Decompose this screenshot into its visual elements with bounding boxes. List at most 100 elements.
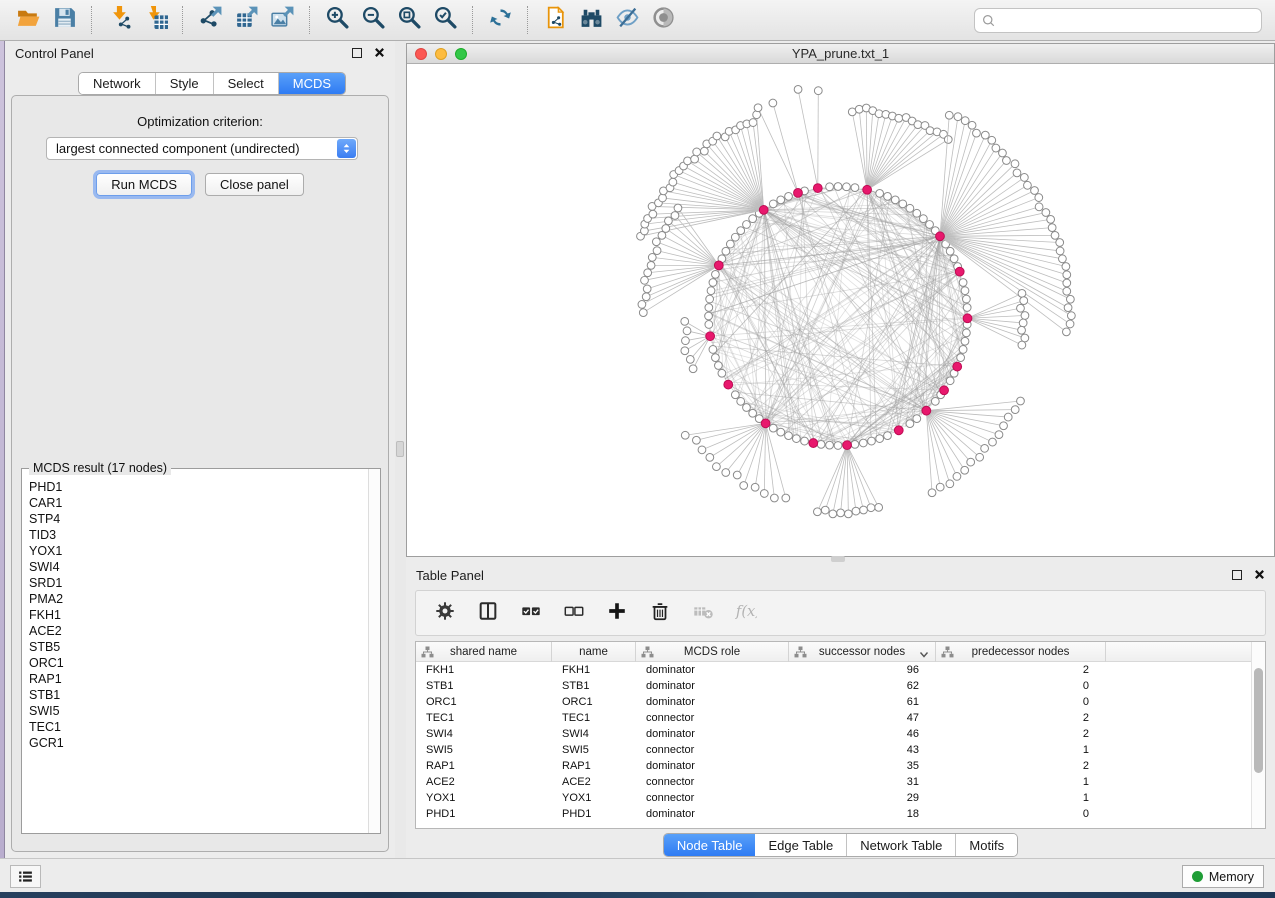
cell-predecessor-nodes: 2 xyxy=(936,726,1106,742)
column-label: predecessor nodes xyxy=(972,646,1070,658)
clone-network-button[interactable] xyxy=(537,4,573,36)
mcds-result-item[interactable]: GCR1 xyxy=(29,735,367,751)
tab-select[interactable]: Select xyxy=(214,73,279,94)
tab-style[interactable]: Style xyxy=(156,73,214,94)
sort-desc-icon xyxy=(919,649,929,656)
table-row[interactable]: RAP1RAP1dominator352 xyxy=(416,758,1251,774)
memory-button[interactable]: Memory xyxy=(1182,865,1264,888)
zoom-selected-button[interactable] xyxy=(427,4,463,36)
tab-network-table[interactable]: Network Table xyxy=(847,834,956,856)
tab-network[interactable]: Network xyxy=(79,73,156,94)
hide-network-button[interactable] xyxy=(609,4,645,36)
mcds-result-item[interactable]: CAR1 xyxy=(29,495,367,511)
table-row[interactable]: PHD1PHD1dominator180 xyxy=(416,806,1251,822)
tab-motifs[interactable]: Motifs xyxy=(956,834,1017,856)
cell-shared-name: ORC1 xyxy=(416,694,552,710)
mcds-result-scrollbar[interactable] xyxy=(368,469,380,833)
zoom-fit-button[interactable] xyxy=(391,4,427,36)
import-network-icon xyxy=(107,5,132,35)
mcds-result-item[interactable]: PMA2 xyxy=(29,591,367,607)
table-row[interactable]: YOX1YOX1connector291 xyxy=(416,790,1251,806)
delete-button[interactable] xyxy=(647,600,673,626)
vertical-splitter[interactable] xyxy=(395,41,406,858)
table-row[interactable]: SWI4SWI4dominator462 xyxy=(416,726,1251,742)
table-row[interactable]: ACE2ACE2connector311 xyxy=(416,774,1251,790)
open-folder-button[interactable] xyxy=(10,4,46,36)
zoom-in-button[interactable] xyxy=(319,4,355,36)
add-icon xyxy=(606,600,628,627)
deselect-all-button[interactable] xyxy=(561,600,587,626)
mcds-result-item[interactable]: ACE2 xyxy=(29,623,367,639)
hierarchy-icon xyxy=(941,646,954,658)
float-panel-icon[interactable] xyxy=(1232,570,1242,580)
mcds-result-list[interactable]: PHD1CAR1STP4TID3YOX1SWI4SRD1PMA2FKH1ACE2… xyxy=(23,477,367,832)
close-panel-icon[interactable] xyxy=(374,46,385,61)
network-view-window: YPA_prune.txt_1 xyxy=(406,43,1275,557)
mcds-result-item[interactable]: YOX1 xyxy=(29,543,367,559)
table-row[interactable]: FKH1FKH1dominator962 xyxy=(416,662,1251,678)
binoculars-button[interactable] xyxy=(573,4,609,36)
zoom-out-button[interactable] xyxy=(355,4,391,36)
mcds-result-item[interactable]: TEC1 xyxy=(29,719,367,735)
column-header-predecessor-nodes[interactable]: predecessor nodes xyxy=(936,642,1106,662)
tab-edge-table[interactable]: Edge Table xyxy=(755,834,847,856)
column-header-successor-nodes[interactable]: successor nodes xyxy=(789,642,936,662)
network-window-titlebar[interactable]: YPA_prune.txt_1 xyxy=(407,44,1274,64)
settings-gear-button[interactable] xyxy=(432,600,458,626)
save-button[interactable] xyxy=(46,4,82,36)
mcds-result-item[interactable]: SWI4 xyxy=(29,559,367,575)
optimization-criterion-select[interactable]: largest connected component (undirected) xyxy=(46,137,358,160)
table-row[interactable]: ORC1ORC1dominator610 xyxy=(416,694,1251,710)
close-panel-button[interactable]: Close panel xyxy=(205,173,304,196)
mcds-result-item[interactable]: SRD1 xyxy=(29,575,367,591)
network-canvas[interactable] xyxy=(407,64,1274,556)
table-row[interactable]: STB1STB1dominator620 xyxy=(416,678,1251,694)
network-graph[interactable] xyxy=(407,64,1274,556)
zoom-in-icon xyxy=(325,5,350,35)
network-leaf-nodes[interactable] xyxy=(637,86,1076,518)
tab-node-table[interactable]: Node Table xyxy=(664,834,756,856)
close-panel-icon[interactable] xyxy=(1254,568,1265,583)
column-header-shared-name[interactable]: shared name xyxy=(416,642,552,662)
show-eye-button[interactable] xyxy=(645,4,681,36)
optimization-criterion-value: largest connected component (undirected) xyxy=(47,141,337,156)
refresh-button[interactable] xyxy=(482,4,518,36)
toggle-columns-button[interactable] xyxy=(475,600,501,626)
import-table-button[interactable] xyxy=(137,4,173,36)
mcds-result-item[interactable]: PHD1 xyxy=(29,479,367,495)
mcds-result-item[interactable]: TID3 xyxy=(29,527,367,543)
mcds-result-item[interactable]: STP4 xyxy=(29,511,367,527)
mcds-result-item[interactable]: FKH1 xyxy=(29,607,367,623)
horizontal-splitter-handle[interactable] xyxy=(831,556,845,562)
cell-MCDS-role: dominator xyxy=(636,806,789,822)
run-mcds-button[interactable]: Run MCDS xyxy=(96,173,192,196)
mcds-result-item[interactable]: SWI5 xyxy=(29,703,367,719)
mcds-result-item[interactable]: RAP1 xyxy=(29,671,367,687)
export-network-button[interactable] xyxy=(192,4,228,36)
table-scrollbar[interactable] xyxy=(1251,642,1265,828)
export-image-icon xyxy=(270,5,295,35)
mcds-result-item[interactable]: STB5 xyxy=(29,639,367,655)
vertical-splitter-handle[interactable] xyxy=(396,441,404,457)
delete-icon xyxy=(649,600,671,627)
table-row[interactable]: TEC1TEC1connector472 xyxy=(416,710,1251,726)
search-input[interactable] xyxy=(974,8,1262,33)
cell-successor-nodes: 35 xyxy=(789,758,936,774)
float-panel-icon[interactable] xyxy=(352,48,362,58)
cell-shared-name: PHD1 xyxy=(416,806,552,822)
tab-mcds[interactable]: MCDS xyxy=(279,73,345,94)
column-header-MCDS-role[interactable]: MCDS role xyxy=(636,642,789,662)
export-image-button[interactable] xyxy=(264,4,300,36)
mcds-result-item[interactable]: STB1 xyxy=(29,687,367,703)
cell-name: RAP1 xyxy=(552,758,636,774)
mcds-result-item[interactable]: ORC1 xyxy=(29,655,367,671)
task-history-button[interactable] xyxy=(10,865,41,888)
select-all-button[interactable] xyxy=(518,600,544,626)
column-header-name[interactable]: name xyxy=(552,642,636,662)
table-row[interactable]: SWI5SWI5connector431 xyxy=(416,742,1251,758)
import-network-button[interactable] xyxy=(101,4,137,36)
cell-successor-nodes: 46 xyxy=(789,726,936,742)
table-scrollbar-thumb[interactable] xyxy=(1254,668,1263,773)
export-table-button[interactable] xyxy=(228,4,264,36)
add-button[interactable] xyxy=(604,600,630,626)
